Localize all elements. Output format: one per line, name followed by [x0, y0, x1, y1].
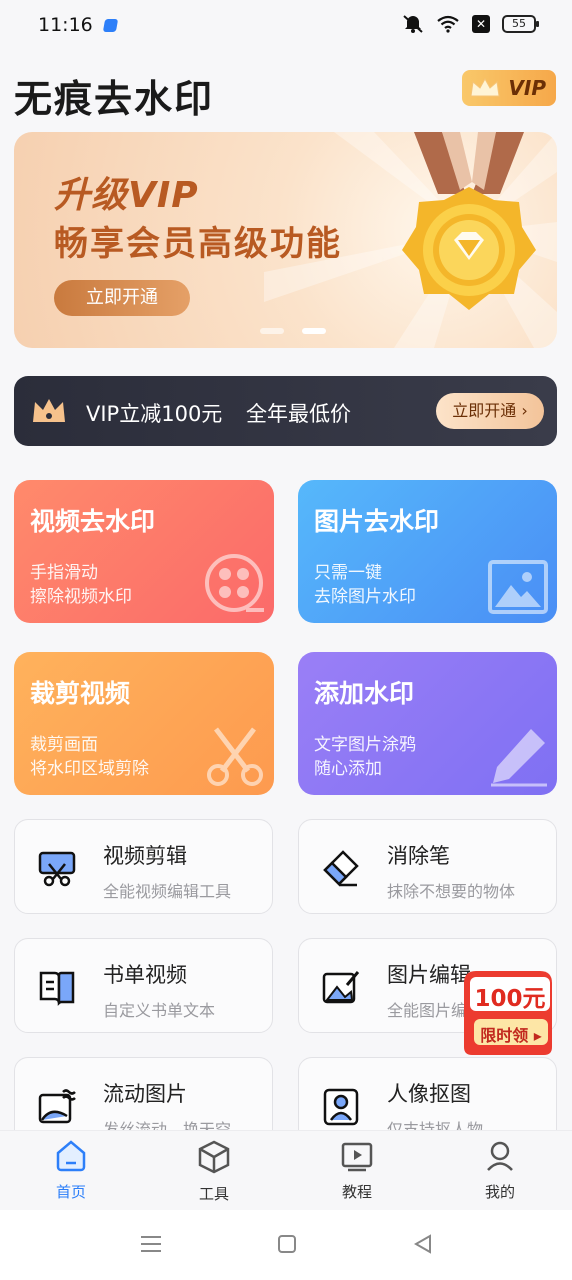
tool-title: 人像抠图 [387, 1082, 471, 1106]
play-screen-icon [341, 1142, 373, 1172]
picture-icon [488, 560, 548, 614]
tool-title: 视频剪辑 [103, 844, 187, 868]
feature-card-image-watermark[interactable]: 图片去水印 只需一键 去除图片水印 [298, 480, 557, 623]
play-arrow-icon: ▸ [528, 1026, 542, 1045]
vip-badge-button[interactable]: VIP [462, 70, 556, 106]
eraser-icon [323, 850, 359, 887]
nav-tools[interactable]: 工具 [169, 1139, 259, 1204]
feature-card-subtitle: 手指滑动 [30, 563, 98, 583]
feature-card-subtitle: 将水印区域剪除 [30, 759, 149, 779]
nav-label: 教程 [341, 1183, 372, 1201]
battery-icon: 55 [502, 15, 539, 33]
app-notification-icon [102, 19, 119, 32]
nav-label: 工具 [198, 1185, 229, 1203]
user-icon [487, 1141, 513, 1171]
tool-video-edit[interactable]: 视频剪辑 全能视频编辑工具 [14, 819, 273, 914]
flow-image-icon [38, 1089, 76, 1124]
coupon-label-row: 限时领 ▸ [474, 1022, 548, 1046]
scissors-icon [207, 727, 263, 786]
tool-subtitle: 抹除不想要的物体 [387, 882, 516, 901]
tool-title: 消除笔 [387, 844, 450, 868]
banner-subheadline: 畅享会员高级功能 [54, 224, 342, 264]
nav-profile[interactable]: 我的 [455, 1139, 545, 1202]
back-triangle-icon[interactable] [412, 1233, 434, 1255]
wifi-icon [437, 15, 459, 33]
nav-label: 我的 [484, 1183, 515, 1201]
book-icon [39, 971, 75, 1006]
mute-icon [403, 15, 423, 33]
feature-card-subtitle: 裁剪画面 [30, 735, 98, 755]
coupon-float-button[interactable]: 100元 限时领 ▸ [460, 965, 556, 1057]
feature-card-subtitle: 擦除视频水印 [30, 587, 132, 607]
tool-title: 图片编辑 [387, 963, 471, 987]
tool-subtitle: 全能视频编辑工具 [103, 882, 232, 901]
tool-title: 流动图片 [103, 1082, 187, 1106]
feature-card-crop-video[interactable]: 裁剪视频 裁剪画面 将水印区域剪除 [14, 652, 274, 795]
close-box-icon: ✕ [472, 15, 490, 33]
feature-card-add-watermark[interactable]: 添加水印 文字图片涂鸦 随心添加 [298, 652, 557, 795]
feature-card-subtitle: 只需一键 [314, 563, 382, 583]
feature-card-title: 图片去水印 [314, 507, 440, 536]
video-cut-icon [38, 851, 76, 887]
film-reel-icon [205, 554, 264, 612]
status-time: 11:16 [38, 14, 93, 36]
tool-eraser[interactable]: 消除笔 抹除不想要的物体 [298, 819, 557, 914]
promo-banner[interactable]: 升级VIP 畅享会员高级功能 立即开通 [14, 132, 557, 348]
vip-strip-offer: VIP立减100元 [86, 402, 223, 426]
image-edit-icon [322, 971, 360, 1004]
vip-discount-strip[interactable]: VIP立减100元 全年最低价 立即开通 › [14, 376, 557, 446]
coupon-amount: 100元 [474, 986, 546, 1012]
nav-tutorials[interactable]: 教程 [312, 1139, 402, 1202]
tool-subtitle: 自定义书单文本 [103, 1001, 216, 1020]
nav-label: 首页 [55, 1183, 86, 1201]
vip-strip-open-button[interactable]: 立即开通 › [436, 393, 544, 429]
tool-book-video[interactable]: 书单视频 自定义书单文本 [14, 938, 273, 1033]
menu-icon[interactable] [140, 1234, 162, 1254]
vip-strip-tagline: 全年最低价 [246, 402, 351, 426]
home-icon [56, 1140, 86, 1172]
portrait-icon [323, 1088, 359, 1126]
feature-card-subtitle: 去除图片水印 [314, 587, 416, 607]
home-square-icon[interactable] [277, 1234, 297, 1254]
coupon-label: 限时领 [480, 1026, 529, 1045]
system-nav-bar [0, 1210, 572, 1280]
tool-title: 书单视频 [103, 963, 187, 987]
status-bar: 11:16 ✕ 55 [0, 0, 572, 52]
carousel-dot[interactable] [260, 328, 284, 334]
crown-icon [33, 399, 65, 422]
chevron-right-icon: › [516, 401, 528, 420]
cube-icon [198, 1140, 230, 1174]
carousel-dot-active[interactable] [302, 328, 326, 334]
feature-card-title: 添加水印 [314, 679, 415, 708]
feature-card-title: 视频去水印 [30, 507, 156, 536]
vip-badge-label: VIP [508, 76, 546, 100]
feature-card-title: 裁剪视频 [30, 679, 131, 708]
feature-card-video-watermark[interactable]: 视频去水印 手指滑动 擦除视频水印 [14, 480, 274, 623]
banner-headline: 升级VIP [54, 175, 199, 216]
feature-card-subtitle: 文字图片涂鸦 [314, 735, 416, 755]
feature-card-subtitle: 随心添加 [314, 759, 382, 779]
vip-strip-open-label: 立即开通 [452, 401, 517, 420]
banner-open-button[interactable]: 立即开通 [54, 280, 190, 316]
crown-icon [470, 77, 500, 97]
status-icons: ✕ 55 [402, 14, 539, 34]
app-title: 无痕去水印 [14, 77, 215, 121]
nav-home[interactable]: 首页 [26, 1139, 116, 1202]
bottom-nav: 首页 工具 教程 我的 [0, 1130, 572, 1210]
pencil-icon [491, 729, 547, 787]
